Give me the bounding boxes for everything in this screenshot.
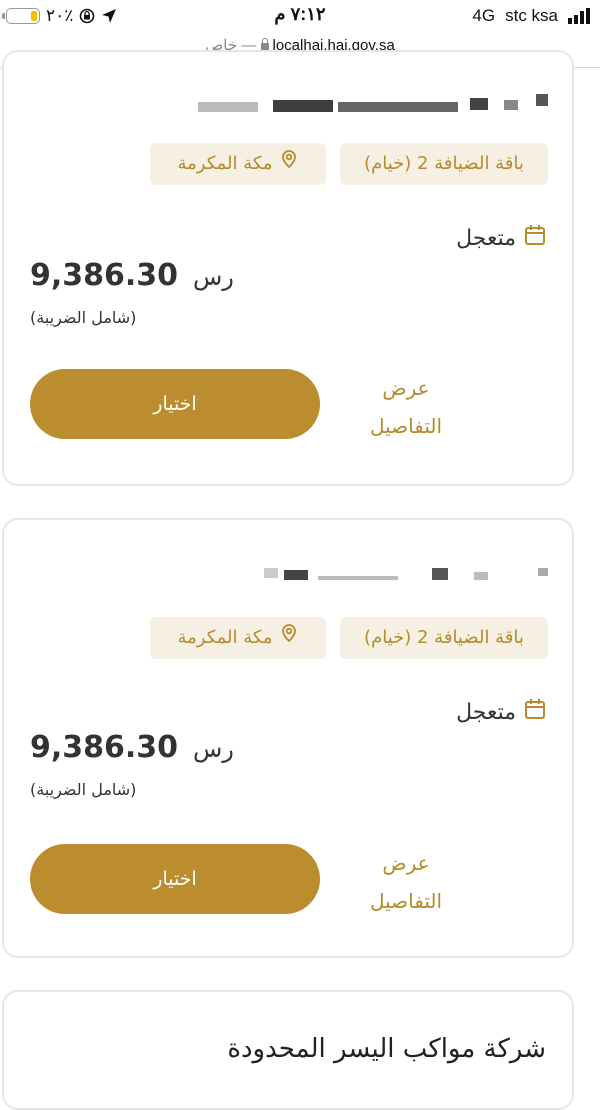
tax-note: (شامل الضريبة) <box>30 308 137 327</box>
package-type-badge: باقة الضيافة 2 (خيام) <box>340 617 548 659</box>
location-pin-icon <box>279 143 299 185</box>
price: 9,386.30 رس <box>30 730 234 765</box>
company-name-redacted <box>188 540 548 580</box>
package-type-badge: باقة الضيافة 2 (خيام) <box>340 143 548 185</box>
view-details-link[interactable]: عرض التفاصيل <box>364 369 448 445</box>
status-row: متعجل <box>456 224 546 252</box>
location-badge: مكة المكرمة <box>150 617 326 659</box>
status-row: متعجل <box>456 698 546 726</box>
price-amount: 9,386.30 <box>30 730 179 765</box>
status-right: 4G stc ksa <box>472 6 590 26</box>
price-currency: رس <box>192 263 234 291</box>
company-name: شركة مواكب اليسر المحدودة <box>227 1034 546 1064</box>
calendar-icon <box>524 224 546 252</box>
details-line-1: عرض <box>382 376 430 400</box>
tax-note: (شامل الضريبة) <box>30 780 137 799</box>
package-type: باقة الضيافة 2 (خيام) <box>364 153 524 174</box>
details-line-2: التفاصيل <box>369 414 443 438</box>
carrier-name: stc ksa <box>505 6 558 25</box>
calendar-icon <box>524 698 546 726</box>
details-line-1: عرض <box>382 851 430 875</box>
price: 9,386.30 رس <box>30 258 234 293</box>
status-text: متعجل <box>456 225 516 251</box>
location-text: مكة المكرمة <box>177 627 273 648</box>
status-text: متعجل <box>456 699 516 725</box>
choose-button[interactable]: اختيار <box>30 844 320 914</box>
location-badge: مكة المكرمة <box>150 143 326 185</box>
choose-button[interactable]: اختيار <box>30 369 320 439</box>
signal-icon <box>568 8 590 24</box>
company-name-redacted <box>188 72 548 112</box>
location-text: مكة المكرمة <box>177 153 273 174</box>
package-card: شركة مواكب اليسر المحدودة <box>2 990 574 1110</box>
package-card: باقة الضيافة 2 (خيام) مكة المكرمة متعجل … <box>2 50 574 486</box>
status-bar: ٢٠٪ ٧:١٢ م 4G stc ksa <box>0 0 600 32</box>
view-details-link[interactable]: عرض التفاصيل <box>364 844 448 920</box>
price-amount: 9,386.30 <box>30 258 179 293</box>
package-type: باقة الضيافة 2 (خيام) <box>364 627 524 648</box>
details-line-2: التفاصيل <box>369 889 443 913</box>
package-card: باقة الضيافة 2 (خيام) مكة المكرمة متعجل … <box>2 518 574 958</box>
location-pin-icon <box>279 617 299 659</box>
network-type: 4G <box>472 6 496 25</box>
price-currency: رس <box>192 735 234 763</box>
lock-icon <box>260 38 269 50</box>
